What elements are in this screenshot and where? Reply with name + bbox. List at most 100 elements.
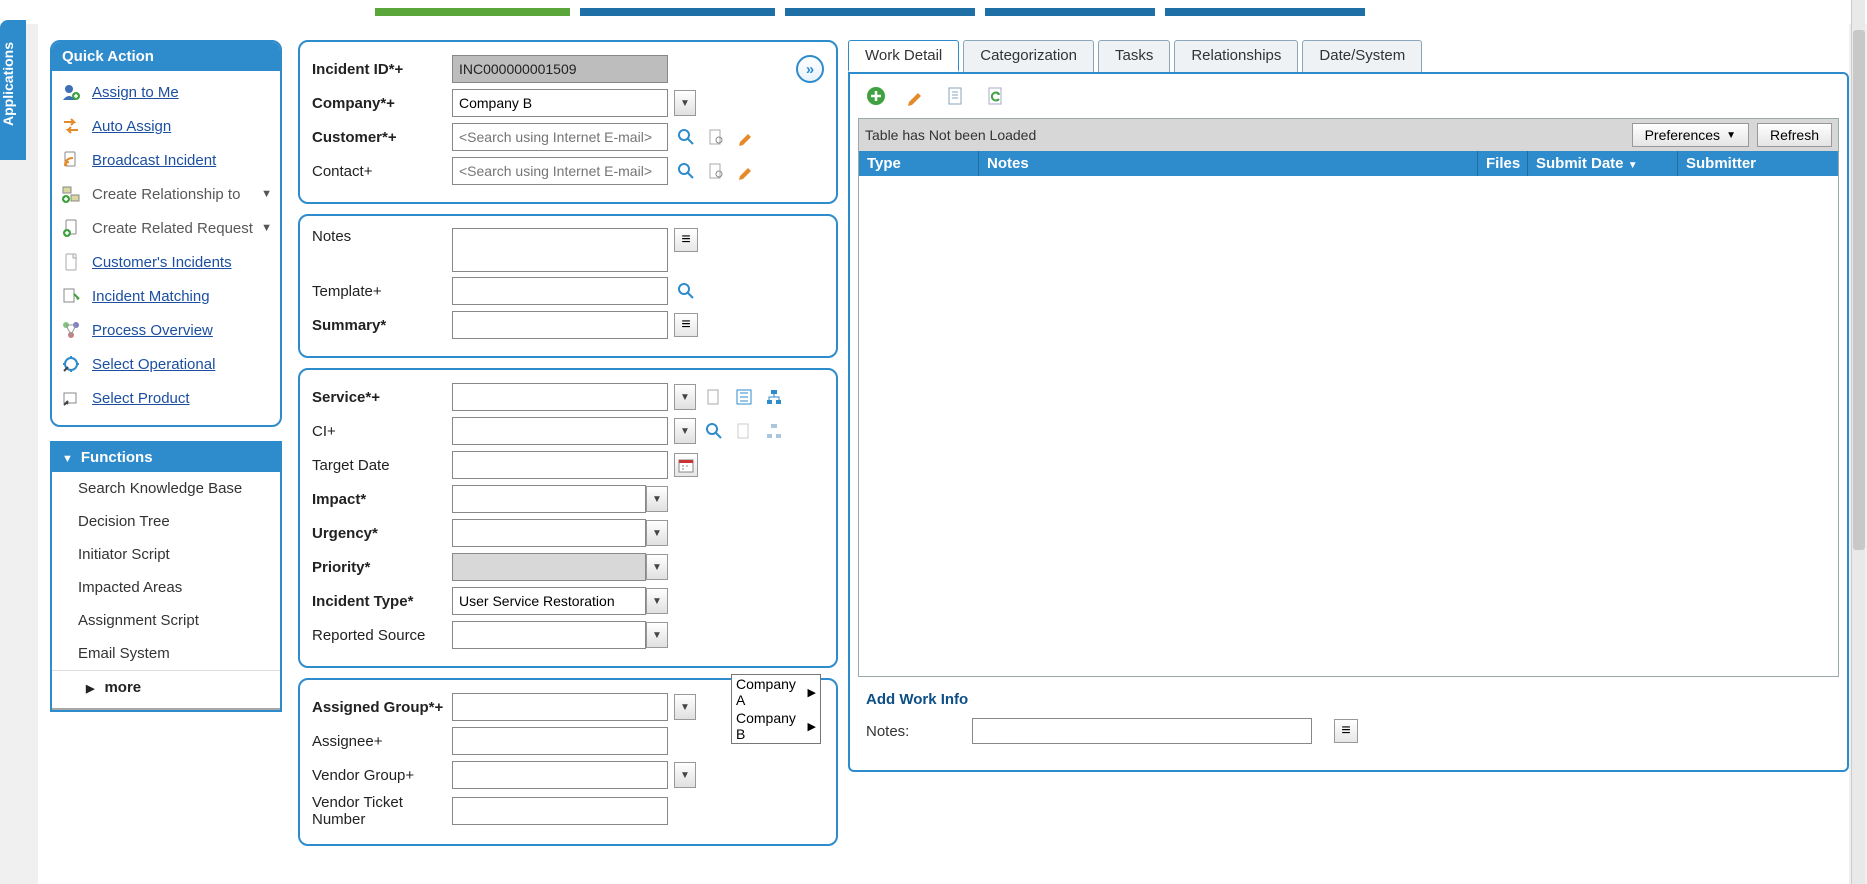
- editor-icon[interactable]: ≡: [674, 313, 698, 337]
- col-files[interactable]: Files: [1478, 151, 1528, 176]
- func-more[interactable]: ▶more: [52, 670, 280, 704]
- func-assignment-script[interactable]: Assignment Script: [52, 604, 280, 637]
- popup-option-company-a[interactable]: Company A▶: [732, 675, 820, 709]
- company-input[interactable]: [452, 89, 668, 117]
- vendor-group-dropdown[interactable]: ▼: [674, 762, 696, 788]
- view-icon[interactable]: [702, 385, 726, 409]
- qa-select-operational[interactable]: Select Operational: [54, 347, 278, 381]
- ci-dropdown[interactable]: ▼: [674, 418, 696, 444]
- search-icon[interactable]: [674, 159, 698, 183]
- tree-icon[interactable]: [732, 385, 756, 409]
- qa-process-overview[interactable]: Process Overview: [54, 313, 278, 347]
- urgency-input[interactable]: [452, 519, 646, 547]
- qa-label: Auto Assign: [92, 118, 171, 135]
- urgency-dropdown[interactable]: ▼: [646, 520, 668, 546]
- search-icon[interactable]: [674, 125, 698, 149]
- summary-label: Summary*: [312, 317, 452, 334]
- func-initiator-script[interactable]: Initiator Script: [52, 538, 280, 571]
- notes-block: Notes ≡ Template+ Summary* ≡: [298, 214, 838, 358]
- tab-work-detail[interactable]: Work Detail: [848, 40, 959, 72]
- col-type[interactable]: Type: [859, 151, 979, 176]
- service-dropdown[interactable]: ▼: [674, 384, 696, 410]
- qa-customers-incidents[interactable]: Customer's Incidents: [54, 245, 278, 279]
- tab-date-system[interactable]: Date/System: [1302, 40, 1422, 72]
- editor-icon[interactable]: ≡: [1334, 719, 1358, 743]
- reported-source-input[interactable]: [452, 621, 646, 649]
- impact-dropdown[interactable]: ▼: [646, 486, 668, 512]
- func-impacted-areas[interactable]: Impacted Areas: [52, 571, 280, 604]
- col-notes[interactable]: Notes: [979, 151, 1478, 176]
- customer-input[interactable]: [452, 123, 668, 151]
- qa-auto-assign[interactable]: Auto Assign: [54, 109, 278, 143]
- qa-create-relationship[interactable]: Create Relationship to ▼: [54, 177, 278, 211]
- edit-icon[interactable]: [904, 84, 928, 108]
- vendor-ticket-input[interactable]: [452, 797, 668, 825]
- incident-type-input[interactable]: [452, 587, 646, 615]
- contact-label: Contact+: [312, 163, 452, 180]
- func-decision-tree[interactable]: Decision Tree: [52, 505, 280, 538]
- functions-header[interactable]: ▼Functions: [52, 443, 280, 472]
- contact-input[interactable]: [452, 157, 668, 185]
- calendar-icon[interactable]: [674, 453, 698, 477]
- new-doc-icon: [60, 217, 82, 239]
- incident-type-dropdown[interactable]: ▼: [646, 588, 668, 614]
- view-icon[interactable]: [704, 125, 728, 149]
- rss-icon: [60, 149, 82, 171]
- expand-button[interactable]: »: [796, 55, 824, 83]
- qa-create-related-request[interactable]: Create Related Request ▼: [54, 211, 278, 245]
- assignee-input[interactable]: [452, 727, 668, 755]
- ops-icon: [60, 353, 82, 375]
- assigned-group-dropdown[interactable]: ▼: [674, 694, 696, 720]
- view-icon[interactable]: [732, 419, 756, 443]
- editor-icon[interactable]: ≡: [674, 228, 698, 252]
- edit-icon[interactable]: [734, 125, 758, 149]
- search-icon[interactable]: [674, 279, 698, 303]
- applications-side-tab[interactable]: Applications: [0, 20, 26, 160]
- search-icon[interactable]: [702, 419, 726, 443]
- service-label: Service*+: [312, 389, 452, 406]
- col-submit-date[interactable]: Submit Date ▼: [1528, 151, 1678, 176]
- template-input[interactable]: [452, 277, 668, 305]
- notes-input[interactable]: [452, 228, 668, 272]
- grid-status: Table has Not been Loaded: [865, 127, 1624, 143]
- hierarchy-icon[interactable]: [762, 419, 786, 443]
- priority-dropdown[interactable]: ▼: [646, 554, 668, 580]
- service-input[interactable]: [452, 383, 668, 411]
- user-plus-icon: [60, 81, 82, 103]
- vendor-ticket-label: Vendor Ticket Number: [312, 794, 452, 828]
- refresh-doc-icon[interactable]: [984, 84, 1008, 108]
- incident-type-label: Incident Type*: [312, 593, 452, 610]
- preferences-button[interactable]: Preferences▼: [1632, 123, 1749, 147]
- qa-select-product[interactable]: Select Product: [54, 381, 278, 415]
- vertical-scrollbar[interactable]: [1851, 0, 1865, 884]
- qa-label: Incident Matching: [92, 288, 210, 305]
- hierarchy-icon[interactable]: [762, 385, 786, 409]
- qa-label: Create Relationship to: [92, 186, 240, 203]
- qa-assign-to-me[interactable]: Assign to Me: [54, 75, 278, 109]
- tab-relationships[interactable]: Relationships: [1174, 40, 1298, 72]
- report-icon[interactable]: [944, 84, 968, 108]
- detail-tabs: Work Detail Categorization Tasks Relatio…: [848, 40, 1849, 72]
- func-email-system[interactable]: Email System: [52, 637, 280, 670]
- summary-input[interactable]: [452, 311, 668, 339]
- view-icon[interactable]: [704, 159, 728, 183]
- add-icon[interactable]: [864, 84, 888, 108]
- col-submitter[interactable]: Submitter: [1678, 151, 1838, 176]
- refresh-button[interactable]: Refresh: [1757, 123, 1832, 147]
- qa-broadcast[interactable]: Broadcast Incident: [54, 143, 278, 177]
- company-dropdown[interactable]: ▼: [674, 90, 696, 116]
- func-search-kb[interactable]: Search Knowledge Base: [52, 472, 280, 505]
- vendor-group-input[interactable]: [452, 761, 668, 789]
- edit-icon[interactable]: [734, 159, 758, 183]
- target-date-input[interactable]: [452, 451, 668, 479]
- tab-tasks[interactable]: Tasks: [1098, 40, 1170, 72]
- wi-notes-input[interactable]: [972, 718, 1312, 744]
- popup-option-company-b[interactable]: Company B▶: [732, 709, 820, 743]
- impact-input[interactable]: [452, 485, 646, 513]
- qa-incident-matching[interactable]: Incident Matching: [54, 279, 278, 313]
- assigned-group-input[interactable]: [452, 693, 668, 721]
- reported-source-dropdown[interactable]: ▼: [646, 622, 668, 648]
- swap-icon: [60, 115, 82, 137]
- ci-input[interactable]: [452, 417, 668, 445]
- tab-categorization[interactable]: Categorization: [963, 40, 1094, 72]
